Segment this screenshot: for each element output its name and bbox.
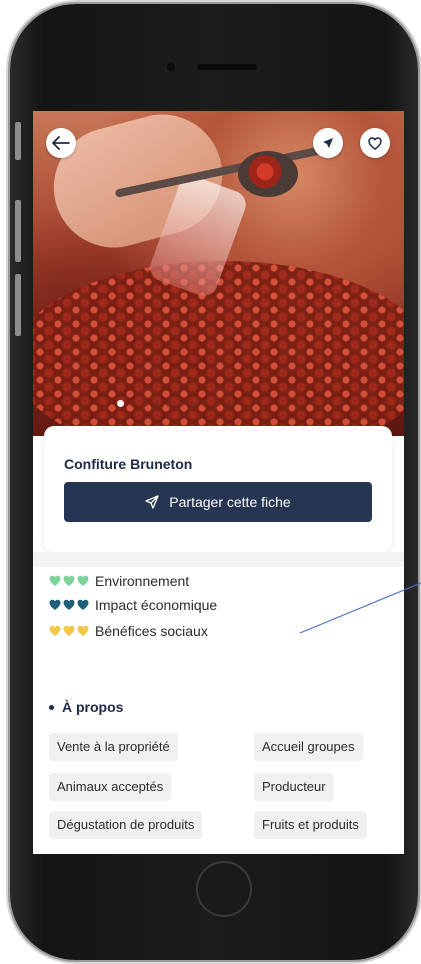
impact-label: Environnement	[95, 573, 190, 589]
heart-icon	[77, 599, 89, 610]
about-heading-label: À propos	[62, 699, 124, 715]
listing-title: Confiture Bruneton	[64, 456, 193, 472]
heart-icon	[77, 625, 89, 636]
carousel-dot[interactable]	[202, 400, 208, 407]
carousel-dot[interactable]	[142, 400, 148, 407]
impact-row: Impact économique	[49, 597, 217, 613]
heart-outline-icon	[368, 136, 382, 150]
carousel-dot[interactable]	[178, 400, 184, 407]
send-icon	[145, 495, 159, 509]
impact-rating	[49, 575, 89, 587]
share-listing-button[interactable]: Partager cette fiche	[64, 482, 372, 522]
navigate-button[interactable]	[313, 128, 343, 158]
about-heading: À propos	[49, 699, 123, 715]
ladle-head	[238, 151, 298, 197]
carousel-dot[interactable]	[130, 400, 136, 407]
carousel-dot[interactable]	[166, 400, 172, 407]
impact-rating	[49, 599, 89, 611]
hero-photo	[33, 111, 404, 436]
heart-icon	[49, 599, 61, 610]
back-button[interactable]	[46, 128, 76, 158]
carousel-dot[interactable]	[226, 400, 232, 407]
carousel-indicator[interactable]	[117, 400, 232, 407]
about-tag[interactable]: Fruits et produits	[254, 811, 367, 839]
favorite-button[interactable]	[360, 128, 390, 158]
home-button[interactable]	[196, 861, 252, 917]
mute-switch	[15, 122, 21, 160]
impact-label: Bénéfices sociaux	[95, 623, 208, 639]
carousel-dot[interactable]	[117, 400, 124, 407]
volume-up-button	[15, 200, 21, 262]
front-camera	[167, 63, 175, 71]
app-screen: Confiture Bruneton Partager cette fiche …	[33, 111, 404, 854]
heart-icon	[49, 575, 61, 586]
about-tag[interactable]: Animaux acceptés	[49, 773, 172, 801]
earpiece-speaker	[197, 64, 257, 70]
impact-row: Environnement	[49, 573, 189, 589]
listing-card: Confiture Bruneton Partager cette fiche	[44, 426, 392, 552]
navigation-arrow-icon	[323, 138, 333, 148]
about-tag[interactable]: Producteur	[254, 773, 334, 801]
heart-icon	[63, 575, 75, 586]
carousel-dot[interactable]	[214, 400, 220, 407]
share-button-label: Partager cette fiche	[169, 494, 291, 510]
impact-rating	[49, 625, 89, 637]
heart-icon	[49, 625, 61, 636]
section-separator	[33, 552, 404, 567]
jam-pot	[33, 261, 404, 436]
arrow-left-icon	[52, 136, 70, 150]
heart-icon	[63, 625, 75, 636]
heart-icon	[77, 575, 89, 586]
bullet-icon	[49, 704, 54, 710]
impact-label: Impact économique	[95, 597, 218, 613]
heart-icon	[63, 599, 75, 610]
carousel-dot[interactable]	[190, 400, 196, 407]
about-tag[interactable]: Accueil groupes	[254, 733, 363, 761]
about-tag[interactable]: Dégustation de produits	[49, 811, 203, 839]
about-tag[interactable]: Vente à la propriété	[49, 733, 178, 761]
impact-row: Bénéfices sociaux	[49, 623, 208, 639]
carousel-dot[interactable]	[154, 400, 160, 407]
volume-down-button	[15, 274, 21, 336]
